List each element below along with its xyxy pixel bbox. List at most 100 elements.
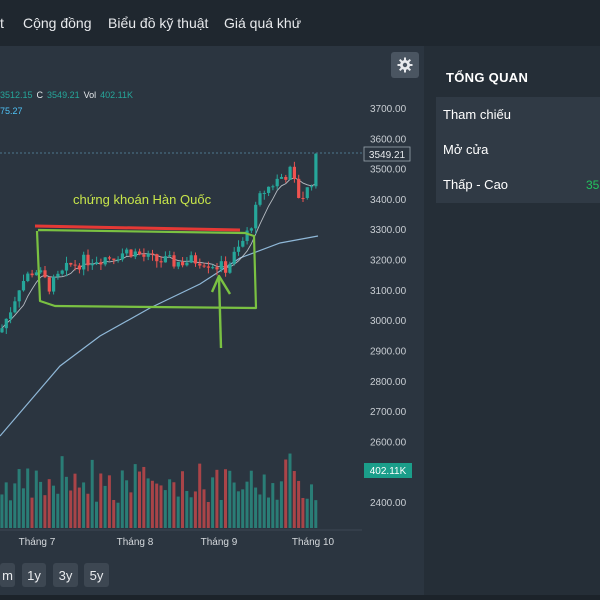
last-price-tag: 3549.21 [369,150,406,161]
candle-body [4,318,8,329]
price-tick-label: 3100.00 [370,286,407,297]
volume-bar [77,487,81,528]
candle-body [90,263,94,266]
candle-body [185,262,189,266]
volume-bar [297,480,301,528]
volume-bar [232,482,236,528]
volume-bar [305,498,309,528]
candle-body [73,264,77,266]
candle-body [30,273,34,276]
volume-bar [82,482,86,528]
nav-item-community[interactable]: Cộng đồng [23,15,92,31]
volume-bar [34,470,38,528]
top-navigation: t Cộng đồng Biểu đồ kỹ thuật Giá quá khứ [0,0,600,46]
volume-bar [107,475,111,528]
candle-body [284,176,288,180]
candle-body [211,267,215,269]
candle-body [305,187,309,199]
price-tick-label: 3600.00 [370,134,407,145]
volume-bar [120,470,124,528]
candle-body [0,328,4,333]
range-button-1y[interactable]: 1y [22,563,46,587]
nav-item-technical-chart[interactable]: Biểu đồ kỹ thuật [108,15,208,31]
volume-bar [172,482,176,528]
candle-body [13,301,17,313]
price-tick-label: 2400.00 [370,498,407,509]
volume-bar [133,464,137,528]
candle-body [310,186,314,188]
annotation-text: chứng khoán Hàn Quốc [73,192,212,207]
month-label: Tháng 9 [201,537,238,548]
candle-body [77,265,81,270]
candle-body [254,204,258,229]
price-tick-label: 3300.00 [370,225,407,236]
candle-body [271,186,275,188]
month-label: Tháng 7 [19,537,56,548]
volume-bar [228,470,232,528]
price-axis: 3700.00 3600.00 3500.00 3400.00 3300.00 3200.… [370,104,407,509]
nav-item-price-history[interactable]: Giá quá khứ [224,15,301,31]
volume-bar [142,466,146,528]
volume-bar [125,480,129,528]
candle-body [219,261,223,270]
volume-bar [202,489,206,528]
candle-body [292,166,296,179]
candle-body [301,197,305,199]
volume-bar [90,459,94,528]
volume-bar [69,490,73,528]
volume-bar [56,493,60,528]
candle-body [103,257,107,265]
volume-bar [258,494,262,528]
month-label: Tháng 10 [292,537,335,548]
overview-value-low-high: 35 [586,178,600,192]
candle-body [95,262,99,264]
candle-body [17,290,21,302]
candle-body [52,276,56,292]
nav-item-partial[interactable]: t [0,15,4,31]
volume-bar [211,477,215,528]
volume-bar [288,453,292,528]
volume-bar [112,499,116,528]
candle-body [172,255,176,267]
price-chart[interactable]: 3700.00 3600.00 3500.00 3400.00 3300.00 3200.… [0,46,424,600]
time-axis: Tháng 7 Tháng 8 Tháng 9 Tháng 10 [19,537,335,548]
candle-body [189,255,193,263]
candle-body [34,272,38,276]
candle-body [112,258,116,260]
volume-bar [155,483,159,528]
candle-body [297,178,301,198]
volume-bar [284,459,288,528]
price-tick-label: 3700.00 [370,104,407,115]
price-tick-label: 2900.00 [370,346,407,357]
range-button-5y[interactable]: 5y [84,563,109,587]
candle-body [129,249,133,257]
volume-bar [254,487,258,528]
volume-bar [185,490,189,528]
candle-body [215,267,219,270]
candle-body [107,257,112,259]
volume-bar [310,484,313,528]
candle-body [262,192,266,194]
volume-bar [95,501,98,528]
volume-bar [314,500,318,528]
volume-bar [249,470,253,528]
volume-bar [241,489,245,528]
candle-body [99,262,103,265]
volume-bar [103,485,107,528]
volume-bar [0,494,4,528]
candle-body [150,253,155,255]
volume-bar [159,485,163,528]
candle-body [232,251,236,264]
annotation-arrow-shaft [217,277,223,349]
candle-body [82,254,86,270]
candle-body [69,262,73,265]
candle-body [224,261,228,273]
price-tick-label: 2700.00 [370,407,407,418]
candle-body [26,273,30,282]
range-button-month[interactable]: m [0,563,15,587]
candle-body [155,254,159,262]
moving-average-line [0,235,319,437]
candle-body [198,263,202,266]
volume-bar [206,501,210,528]
range-button-3y[interactable]: 3y [53,563,78,587]
